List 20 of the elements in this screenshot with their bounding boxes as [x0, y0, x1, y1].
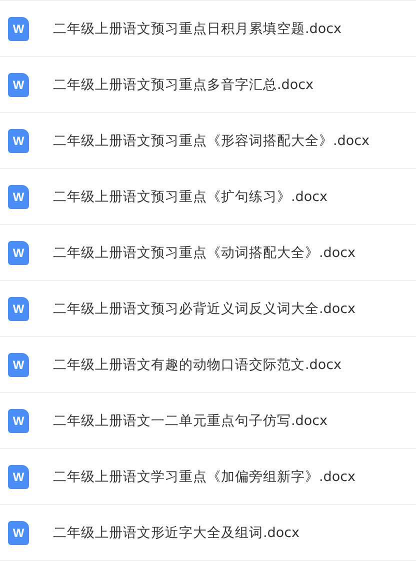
word-file-icon: W: [8, 408, 29, 432]
word-file-icon: W: [8, 520, 29, 544]
word-file-icon: W: [8, 464, 29, 488]
file-name[interactable]: 二年级上册语文预习重点《扩句练习》.docx: [53, 188, 328, 206]
file-name[interactable]: 二年级上册语文形近字大全及组词.docx: [53, 524, 300, 542]
word-file-icon: W: [8, 240, 29, 264]
word-file-icon: W: [8, 352, 29, 376]
file-name[interactable]: 二年级上册语文有趣的动物口语交际范文.docx: [53, 356, 342, 374]
word-file-icon: W: [8, 296, 29, 320]
file-name[interactable]: 二年级上册语文一二单元重点句子仿写.docx: [53, 412, 328, 430]
file-name[interactable]: 二年级上册语文预习必背近义词反义词大全.docx: [53, 300, 356, 318]
file-name[interactable]: 二年级上册语文预习重点《形容词搭配大全》.docx: [53, 132, 370, 150]
file-name[interactable]: 二年级上册语文学习重点《加偏旁组新字》.docx: [53, 468, 356, 486]
word-file-icon: W: [8, 72, 29, 96]
file-name[interactable]: 二年级上册语文预习重点日积月累填空题.docx: [53, 20, 342, 38]
word-file-icon: W: [8, 184, 29, 208]
word-file-icon: W: [8, 16, 29, 40]
word-file-icon: W: [8, 128, 29, 152]
file-name[interactable]: 二年级上册语文预习重点多音字汇总.docx: [53, 76, 314, 94]
file-name[interactable]: 二年级上册语文预习重点《动词搭配大全》.docx: [53, 244, 356, 262]
